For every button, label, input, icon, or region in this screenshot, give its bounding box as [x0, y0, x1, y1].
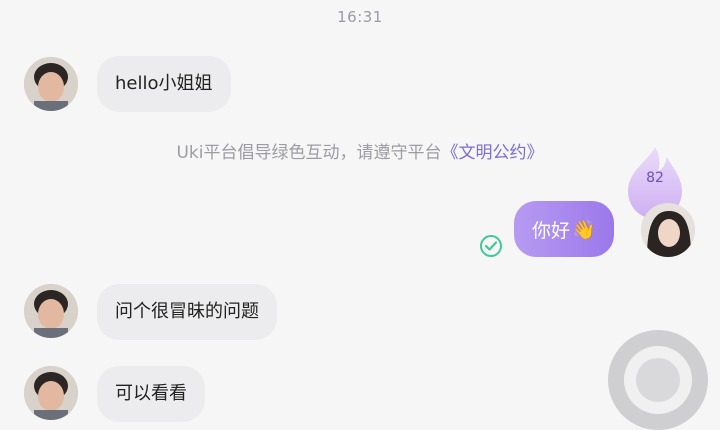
sender-avatar[interactable] — [24, 366, 78, 420]
floating-ball-core — [636, 358, 680, 402]
message-text: 问个很冒昧的问题 — [115, 301, 259, 322]
sender-avatar[interactable] — [24, 57, 78, 111]
notice-text: Uki平台倡导绿色互动，请遵守平台 — [176, 143, 442, 163]
message-text: hello小姐姐 — [115, 73, 213, 94]
message-bubble-incoming[interactable]: 可以看看 — [97, 366, 205, 422]
intimacy-score: 82 — [646, 170, 664, 186]
message-bubble-outgoing[interactable]: 你好 👋 — [514, 201, 614, 257]
wave-emoji: 👋 — [572, 218, 596, 241]
check-circle-icon — [480, 235, 502, 257]
sender-avatar[interactable] — [24, 284, 78, 338]
civility-pact-link[interactable]: 《文明公约》 — [442, 143, 544, 163]
message-timestamp: 16:31 — [337, 8, 383, 26]
self-avatar[interactable] — [641, 203, 695, 257]
floating-ball-ring — [624, 346, 692, 414]
platform-notice: Uki平台倡导绿色互动，请遵守平台《文明公约》 — [0, 138, 720, 163]
message-bubble-incoming[interactable]: hello小姐姐 — [97, 56, 231, 112]
message-text: 你好 — [532, 219, 571, 242]
floating-ball-icon[interactable] — [608, 330, 708, 430]
message-bubble-incoming[interactable]: 问个很冒昧的问题 — [97, 284, 277, 340]
message-text: 可以看看 — [115, 383, 187, 404]
